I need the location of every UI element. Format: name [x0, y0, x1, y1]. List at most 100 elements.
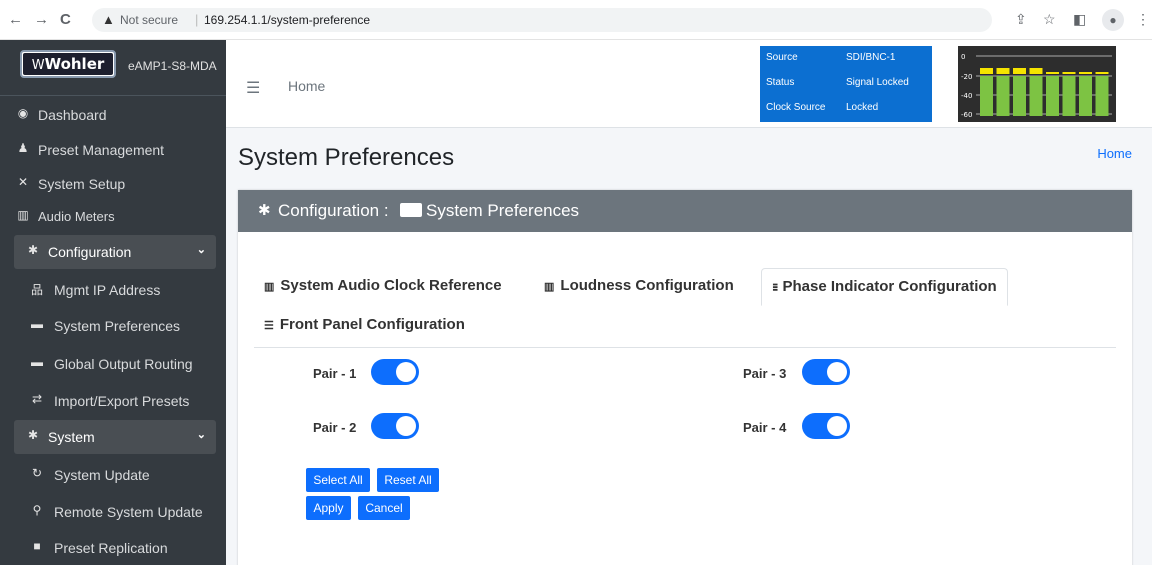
toggle-knob [827, 416, 847, 436]
sidebar-item-preset-management[interactable]: ♟ Preset Management [14, 133, 216, 167]
select-all-button[interactable]: Select All [306, 468, 370, 492]
sidebar-item-global-output-routing[interactable]: ▬ Global Output Routing [14, 347, 216, 381]
toggle-knob [827, 362, 847, 382]
tab-label: Front Panel Configuration [279, 316, 465, 333]
url-text[interactable]: 169.254.1.1/system-preference [204, 13, 370, 27]
card-title: Configuration : [278, 201, 389, 220]
meter-peak-cap [1013, 68, 1026, 74]
navbar-home-link[interactable]: Home [288, 78, 325, 94]
users-cog-icon: ♟ [17, 141, 29, 155]
sidebar-item-remote-system-update[interactable]: ⚲ Remote System Update [14, 495, 216, 529]
address-bar[interactable]: ▲ Not secure | 169.254.1.1/system-prefer… [92, 8, 992, 32]
grid-icon: ⁝⁝⁝ [772, 282, 778, 294]
reset-all-button[interactable]: Reset All [377, 468, 439, 492]
meter-channel-bar [1095, 76, 1109, 116]
meter-scale-label: -40 [961, 92, 972, 100]
security-label: Not secure [120, 13, 179, 27]
sidebar-item-label: Remote System Update [54, 504, 203, 520]
meter-channel-bar [1062, 76, 1076, 116]
audio-meter-panel[interactable]: 0 -20 -40 -60 [958, 46, 1116, 122]
sync-icon: ↻ [31, 466, 43, 480]
keyboard-icon: ▬ [31, 355, 43, 369]
sidebar-item-audio-meters[interactable]: ▥ Audio Meters [14, 200, 216, 234]
sidebar: WWohler eAMP1-S8-MDA ◉ Dashboard ♟ Prese… [0, 40, 226, 565]
sidebar-item-mgmt-ip-address[interactable]: 品 Mgmt IP Address [14, 273, 216, 307]
preferences-card: ✱ Configuration : System Preferences ▥ Sy… [238, 190, 1132, 565]
reload-icon[interactable]: C [60, 11, 71, 29]
sidebar-item-preset-replication[interactable]: ■ Preset Replication [14, 531, 216, 565]
bookmark-star-icon[interactable]: ☆ [1043, 11, 1056, 28]
wohler-logo: WWohler [20, 50, 116, 78]
meter-peak-cap [1062, 72, 1076, 74]
tools-icon: ✕ [17, 175, 29, 189]
forward-arrow-icon[interactable]: → [34, 11, 49, 29]
pair-2-toggle[interactable] [371, 413, 419, 439]
sidebar-item-system-preferences[interactable]: ▬ System Preferences [14, 309, 216, 343]
pair-4-toggle[interactable] [802, 413, 850, 439]
pair-1-toggle[interactable] [371, 359, 419, 385]
meter-peak-cap [1046, 72, 1059, 74]
main-content: System Preferences Home ✱ Configuration … [226, 128, 1152, 565]
hamburger-menu-icon[interactable]: ☰ [246, 78, 260, 98]
tachometer-icon: ◉ [17, 106, 29, 120]
tab-label: Loudness Configuration [560, 277, 734, 294]
tab-strip: ▥ System Audio Clock Reference ▥ Loudness … [254, 268, 1116, 348]
list-icon: ☰ [264, 320, 274, 332]
sidebar-group-configuration[interactable]: ✱ Configuration ⌄ [14, 235, 216, 269]
source-key: Source [766, 52, 798, 63]
profile-avatar-icon[interactable]: ● [1102, 9, 1124, 31]
audio-meter-graphic: 0 -20 -40 -60 [961, 53, 1112, 119]
status-key: Status [766, 77, 795, 88]
keyboard-icon: ▬ [31, 317, 43, 331]
url-divider: | [195, 12, 199, 27]
satellite-icon: ⚲ [32, 503, 42, 517]
clock-source-value: Locked [846, 102, 879, 113]
sidebar-item-label: Dashboard [38, 107, 107, 123]
warning-triangle-icon[interactable]: ▲ [102, 12, 115, 27]
sidebar-item-label: Import/Export Presets [54, 393, 190, 409]
network-icon: 品 [30, 283, 43, 297]
meter-peak-cap [980, 68, 993, 74]
back-arrow-icon[interactable]: ← [8, 11, 23, 29]
clock-source-key: Clock Source [766, 102, 826, 113]
meter-peak-cap [1095, 72, 1109, 74]
card-header: ✱ Configuration : System Preferences [238, 190, 1132, 232]
pair-3-toggle[interactable] [802, 359, 850, 385]
sidebar-item-label: System [48, 429, 95, 445]
pair-4-label: Pair - 4 [743, 420, 787, 435]
meter-channel-bar [1046, 76, 1059, 116]
chart-icon: ▥ [264, 281, 275, 293]
tab-loudness-configuration[interactable]: ▥ Loudness Configuration [534, 268, 744, 306]
pair-3-label: Pair - 3 [743, 366, 787, 381]
brand-link[interactable]: WWohler eAMP1-S8-MDA [0, 40, 226, 96]
breadcrumb-home-link[interactable]: Home [1097, 146, 1132, 161]
chevron-down-icon: ⌄ [196, 244, 206, 256]
share-icon[interactable]: ⇪ [1015, 11, 1027, 28]
sidebar-item-system-update[interactable]: ↻ System Update [14, 458, 216, 492]
sidebar-item-label: Preset Replication [54, 540, 168, 556]
exchange-icon: ⇄ [31, 392, 43, 406]
side-panel-icon[interactable]: ◧ [1073, 11, 1086, 28]
sidebar-item-system-setup[interactable]: ✕ System Setup [14, 167, 216, 201]
tab-front-panel-configuration[interactable]: ☰ Front Panel Configuration [254, 307, 475, 345]
menu-kebab-icon[interactable]: ⋮ [1136, 11, 1150, 28]
sidebar-item-label: Mgmt IP Address [54, 282, 161, 298]
meter-channel-bar [980, 76, 993, 116]
sidebar-item-label: Preset Management [38, 142, 165, 158]
card-subtitle: System Preferences [426, 201, 580, 220]
sidebar-item-dashboard[interactable]: ◉ Dashboard [14, 98, 216, 132]
toggle-knob [396, 362, 416, 382]
meter-scale-label: 0 [961, 53, 965, 61]
sidebar-item-label: Configuration [48, 244, 132, 260]
signal-status-panel: Source SDI/BNC-1 Status Signal Locked Cl… [760, 46, 932, 122]
apply-button[interactable]: Apply [306, 496, 351, 520]
cancel-button[interactable]: Cancel [358, 496, 410, 520]
tab-system-audio-clock-reference[interactable]: ▥ System Audio Clock Reference [254, 268, 512, 306]
top-navbar: ☰ Home Source SDI/BNC-1 Status Signal Lo… [226, 40, 1152, 128]
gear-icon: ✱ [27, 243, 39, 257]
sidebar-group-system[interactable]: ✱ System ⌄ [14, 420, 216, 454]
tab-phase-indicator-configuration[interactable]: ⁝⁝⁝ Phase Indicator Configuration [761, 268, 1008, 306]
sidebar-item-import-export-presets[interactable]: ⇄ Import/Export Presets [14, 384, 216, 418]
clone-icon: ■ [33, 539, 41, 553]
pair-2-label: Pair - 2 [313, 420, 357, 435]
